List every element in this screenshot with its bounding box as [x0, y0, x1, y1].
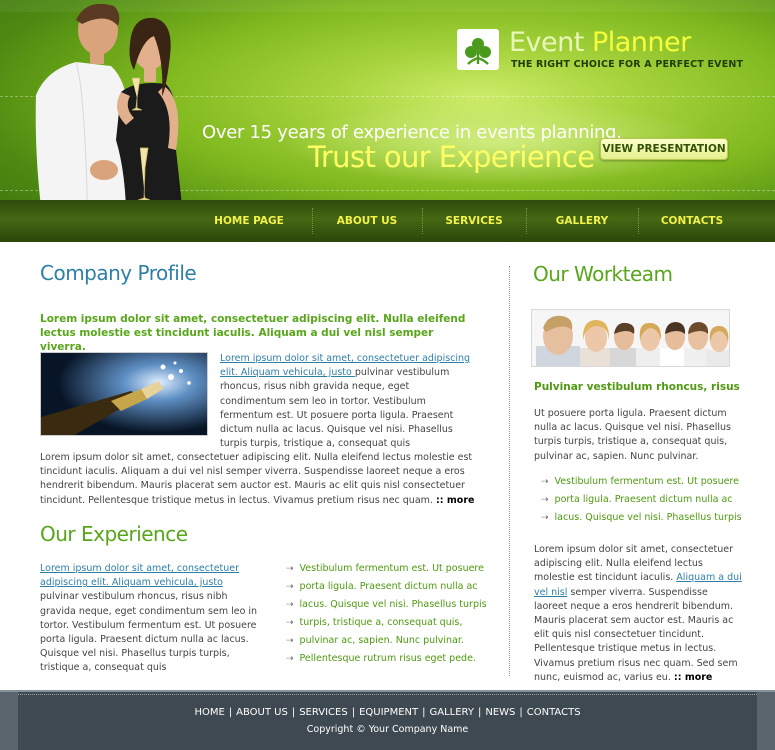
experience-list: ⇢ Vestibulum fermentum est. Ut posuere ⇢ p… — [286, 560, 487, 668]
nav-home[interactable]: HOME PAGE — [186, 200, 312, 242]
footer-link-home[interactable]: HOME — [194, 707, 224, 718]
list-item[interactable]: ⇢ porta ligula. Praesent dictum nulla ac — [286, 578, 487, 596]
list-item-text: Pellentesque rutrum risus eget pede. — [299, 653, 476, 664]
nav-contacts[interactable]: CONTACTS — [638, 200, 746, 242]
company-profile-heading: Company Profile — [40, 261, 197, 285]
nav-bar-left — [0, 200, 186, 242]
profile-intro: Lorem ipsum dolor sit amet, consectetuer… — [40, 313, 466, 353]
team-image — [532, 310, 729, 366]
hero-title: Trust our Experience — [308, 140, 595, 174]
arrow-right-icon: ⇢ — [541, 477, 549, 487]
champagne-photo — [40, 352, 208, 436]
nav-about[interactable]: ABOUT US — [312, 200, 422, 242]
footer-link-contacts[interactable]: CONTACTS — [527, 707, 581, 718]
workteam-text-after-link: semper viverra. Suspendisse laoreet nequ… — [534, 586, 738, 683]
footer-separator: | — [228, 707, 233, 718]
list-item[interactable]: ⇢ Pellentesque rutrum risus eget pede. — [286, 650, 487, 668]
arrow-right-icon: ⇢ — [541, 513, 549, 523]
footer-separator: | — [351, 707, 356, 718]
footer-nav: HOME | ABOUT US | SERVICES | EQUIPMENT | GALLERY… — [0, 707, 775, 718]
profile-text-1: Lorem ipsum dolor sit amet, consectetuer… — [220, 352, 472, 451]
workteam-more-link[interactable]: :: more — [674, 672, 712, 683]
logo-name: Event Planner — [509, 27, 691, 58]
profile-more-link[interactable]: :: more — [436, 495, 474, 506]
footer-dashed-line — [0, 694, 775, 695]
list-item-text: lacus. Quisque vel nisi. Phasellus turpi… — [554, 512, 742, 523]
list-item-text: porta ligula. Praesent dictum nulla ac — [554, 494, 733, 505]
list-item[interactable]: ⇢ Vestibulum fermentum est. Ut posuere — [286, 560, 487, 578]
view-presentation-button[interactable]: VIEW PRESENTATION — [600, 138, 728, 160]
footer-link-gallery[interactable]: GALLERY — [430, 707, 474, 718]
arrow-right-icon: ⇢ — [286, 636, 294, 646]
list-item[interactable]: ⇢ turpis, tristique a, consequat quis, — [286, 614, 487, 632]
nav-gallery[interactable]: GALLERY — [526, 200, 638, 242]
list-item-text: porta ligula. Praesent dictum nulla ac — [299, 581, 478, 592]
arrow-right-icon: ⇢ — [286, 564, 294, 574]
footer-link-equipment[interactable]: EQUIPMENT — [359, 707, 418, 718]
workteam-list: ⇢ Vestibulum fermentum est. Ut posuere ⇢ p… — [541, 473, 742, 527]
logo[interactable] — [457, 29, 499, 70]
arrow-right-icon: ⇢ — [286, 600, 294, 610]
logo-word-2: Planner — [591, 27, 691, 58]
logo-tagline: THE RIGHT CHOICE FOR A PERFECT EVENT — [511, 59, 744, 70]
footer-link-about[interactable]: ABOUT US — [236, 707, 288, 718]
experience-link[interactable]: Lorem ipsum dolor sit amet, consectetuer… — [40, 563, 239, 588]
profile-paragraph: Lorem ipsum dolor sit amet, consectetuer… — [40, 452, 473, 506]
column-divider — [509, 266, 510, 676]
arrow-right-icon: ⇢ — [286, 618, 294, 628]
profile-text-after-link: pulvinar vestibulum rhoncus, risus nibh … — [220, 367, 454, 450]
arrow-right-icon: ⇢ — [286, 654, 294, 664]
copyright: Copyright © Your Company Name — [306, 724, 469, 735]
experience-text-after-link: pulvinar vestibulum rhoncus, risus nibh … — [40, 591, 258, 674]
list-item-text: pulvinar ac, sapien. Nunc pulvinar. — [299, 635, 464, 646]
team-photo — [531, 309, 730, 367]
footer-separator: | — [519, 707, 523, 718]
list-item-text: Vestibulum fermentum est. Ut posuere — [299, 563, 484, 574]
our-experience-heading: Our Experience — [40, 522, 188, 546]
footer-side-right — [757, 692, 775, 750]
workteam-subtitle: Pulvinar vestibulum rhoncus, risus — [534, 381, 740, 393]
list-item-text: turpis, tristique a, consequat quis, — [299, 617, 463, 628]
more-bullet-icon: :: — [673, 671, 682, 683]
profile-text-2: Lorem ipsum dolor sit amet, consectetuer… — [40, 451, 476, 508]
list-item-text: Vestibulum fermentum est. Ut posuere — [554, 476, 739, 487]
footer-side-left — [0, 692, 18, 750]
main-nav: HOME PAGE ABOUT US SERVICES GALLERY CONT… — [186, 200, 775, 242]
arrow-right-icon: ⇢ — [541, 495, 549, 505]
list-item-text: lacus. Quisque vel nisi. Phasellus turpi… — [299, 599, 487, 610]
footer-link-news[interactable]: NEWS — [485, 707, 515, 718]
champagne-image — [41, 353, 207, 435]
experience-text: Lorem ipsum dolor sit amet, consectetuer… — [40, 562, 258, 676]
more-bullet-icon: :: — [435, 494, 444, 506]
logo-word-1: Event — [509, 27, 584, 58]
more-label: more — [684, 671, 713, 683]
footer-link-services[interactable]: SERVICES — [299, 707, 348, 718]
our-workteam-heading: Our Workteam — [533, 262, 673, 286]
site-footer: HOME | ABOUT US | SERVICES | EQUIPMENT | GALLERY… — [0, 692, 775, 750]
workteam-text-2: Lorem ipsum dolor sit amet, consectetuer… — [534, 543, 744, 685]
list-item[interactable]: ⇢ Vestibulum fermentum est. Ut posuere — [541, 473, 742, 491]
list-item[interactable]: ⇢ porta ligula. Praesent dictum nulla ac — [541, 491, 742, 509]
list-item[interactable]: ⇢ lacus. Quisque vel nisi. Phasellus turp… — [541, 509, 742, 527]
footer-separator: | — [422, 707, 426, 718]
footer-separator: | — [477, 707, 482, 718]
arrow-right-icon: ⇢ — [286, 582, 294, 592]
leaf-logo-icon — [465, 37, 491, 65]
list-item[interactable]: ⇢ lacus. Quisque vel nisi. Phasellus turp… — [286, 596, 487, 614]
footer-separator: | — [291, 707, 296, 718]
more-label: more — [446, 494, 475, 506]
nav-services[interactable]: SERVICES — [422, 200, 526, 242]
list-item[interactable]: ⇢ pulvinar ac, sapien. Nunc pulvinar. — [286, 632, 487, 650]
workteam-text-1: Ut posuere porta ligula. Praesent dictum… — [534, 408, 731, 462]
